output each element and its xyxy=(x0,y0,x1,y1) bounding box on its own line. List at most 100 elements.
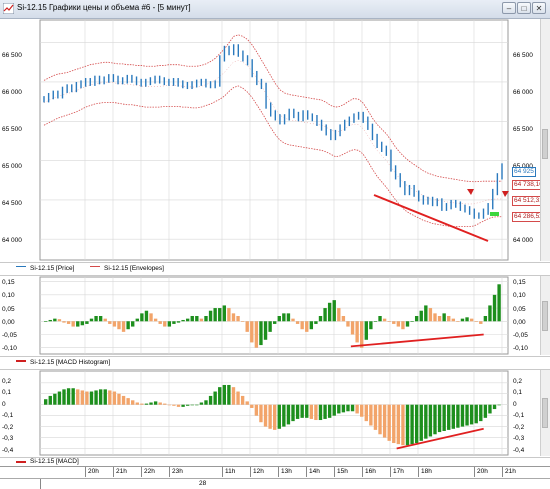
time-tick: 20h xyxy=(85,467,113,477)
histogram-bar xyxy=(314,321,318,324)
macd-bar xyxy=(167,404,172,406)
histogram-bar xyxy=(364,321,368,340)
macd-bar xyxy=(71,388,75,405)
histogram-bar xyxy=(94,316,98,322)
macd-y-tick-left: 0,2 xyxy=(2,378,12,385)
macd-bar xyxy=(57,391,62,405)
macd-bar xyxy=(433,404,437,435)
macd-bar xyxy=(460,404,465,427)
scroll-thumb[interactable] xyxy=(542,129,548,159)
legend-price-label: Si-12.15 [Price] xyxy=(30,265,75,272)
histogram-bar xyxy=(117,321,121,330)
legend-swatch-macd xyxy=(16,461,26,463)
histogram-bar xyxy=(199,318,204,322)
histogram-bar xyxy=(121,321,126,332)
close-button[interactable]: ✕ xyxy=(532,2,546,14)
macd-bar xyxy=(373,404,378,430)
macd-bar xyxy=(295,404,300,419)
macd-bar xyxy=(314,404,318,421)
macd-bar xyxy=(227,384,231,405)
price-y-tick-right: 64 000 xyxy=(513,237,533,244)
macd-bar xyxy=(401,404,405,446)
macd-histogram-pane[interactable]: 0,15 0,10 0,05 0,00 -0,05 -0,10 0,15 0,1… xyxy=(0,276,550,355)
macd-bar xyxy=(469,404,474,425)
time-axis[interactable]: 20h 21h 22h 23h 11h 12h 13h 14h 15h 16h … xyxy=(0,466,550,489)
macd-bar xyxy=(199,402,204,405)
hist-y-tick-left: -0,10 xyxy=(2,345,17,352)
histogram-bar xyxy=(327,302,332,322)
time-tick: 15h xyxy=(334,467,362,477)
macd-bar xyxy=(364,404,368,422)
histogram-bar xyxy=(282,313,286,322)
price-legend: Si-12.15 [Price] Si-12.15 [Envelopes] xyxy=(0,262,550,276)
hist-y-tick-right: -0,10 xyxy=(513,345,528,352)
date-label: 28 xyxy=(199,480,207,487)
macd-bar xyxy=(309,404,314,419)
time-tick: 21h xyxy=(502,467,518,477)
plot-frame xyxy=(39,276,509,355)
time-tick: 23h xyxy=(169,467,197,477)
macd-bar xyxy=(98,389,103,405)
macd-bar xyxy=(103,389,107,405)
histogram-bar xyxy=(62,321,66,323)
histogram-bar xyxy=(369,321,373,330)
histogram-bar xyxy=(350,321,355,335)
macd-y-tick-right: 0,1 xyxy=(513,389,523,396)
macd-bar xyxy=(350,404,355,412)
histogram-bar xyxy=(396,321,401,327)
macd-chart[interactable] xyxy=(0,370,550,456)
scroll-thumb[interactable] xyxy=(542,301,548,331)
price-y-tick-left: 64 000 xyxy=(2,237,22,244)
histogram-bar xyxy=(410,321,414,322)
histogram-bar xyxy=(208,310,213,322)
minimize-button[interactable]: – xyxy=(502,2,516,14)
legend-envelopes-label: Si-12.15 [Envelopes] xyxy=(104,265,164,272)
macd-pane-scrollbar[interactable] xyxy=(540,370,550,456)
macd-y-tick-left: -0,2 xyxy=(2,424,14,431)
histogram-bar xyxy=(433,313,437,322)
macd-bar xyxy=(218,387,222,405)
histogram-bar xyxy=(131,321,135,327)
macd-bar xyxy=(149,402,153,405)
macd-bar xyxy=(318,404,323,421)
macd-bar xyxy=(263,404,268,427)
histogram-bar xyxy=(153,318,158,322)
buy-marker-icon xyxy=(490,212,499,216)
macd-y-tick-left: -0,1 xyxy=(2,412,14,419)
price-chart-pane[interactable]: 66 500 66 000 65 500 65 000 64 500 64 00… xyxy=(0,19,550,261)
maximize-button[interactable]: □ xyxy=(517,2,531,14)
macd-bar xyxy=(492,404,497,410)
hist-y-tick-right: 0,05 xyxy=(513,306,526,313)
histogram-bar xyxy=(273,321,277,324)
macd-bar xyxy=(94,390,98,405)
histogram-bar xyxy=(341,316,346,322)
macd-pane[interactable]: 0,2 0,1 0 -0,1 -0,2 -0,3 -0,4 0,2 0,1 0 … xyxy=(0,370,550,456)
macd-bar xyxy=(456,404,460,428)
time-tick: 14h xyxy=(306,467,334,477)
macd-y-tick-right: -0,3 xyxy=(513,435,525,442)
hist-y-tick-left: 0,00 xyxy=(2,319,15,326)
scroll-thumb[interactable] xyxy=(542,398,548,428)
histogram-bar xyxy=(428,308,433,322)
histogram-bar xyxy=(405,321,410,327)
hist-pane-scrollbar[interactable] xyxy=(540,276,550,355)
macd-bar xyxy=(442,404,446,431)
price-y-tick-left: 64 500 xyxy=(2,200,22,207)
histogram-bar xyxy=(163,321,167,327)
macd-bar xyxy=(488,404,492,414)
histogram-bar xyxy=(479,321,483,324)
macd-bar xyxy=(419,404,423,441)
macd-histogram-chart[interactable] xyxy=(0,276,550,355)
macd-bar xyxy=(140,403,144,405)
macd-bar xyxy=(85,391,89,405)
macd-bar xyxy=(286,404,291,425)
histogram-bar xyxy=(268,321,272,332)
legend-swatch-price xyxy=(16,266,26,267)
price-chart[interactable] xyxy=(0,19,550,261)
histogram-bar xyxy=(195,316,199,322)
macd-bar xyxy=(451,404,455,429)
time-tick: 21h xyxy=(113,467,141,477)
price-pane-scrollbar[interactable] xyxy=(540,19,550,261)
histogram-bar xyxy=(53,318,57,322)
macd-bar xyxy=(172,404,176,406)
